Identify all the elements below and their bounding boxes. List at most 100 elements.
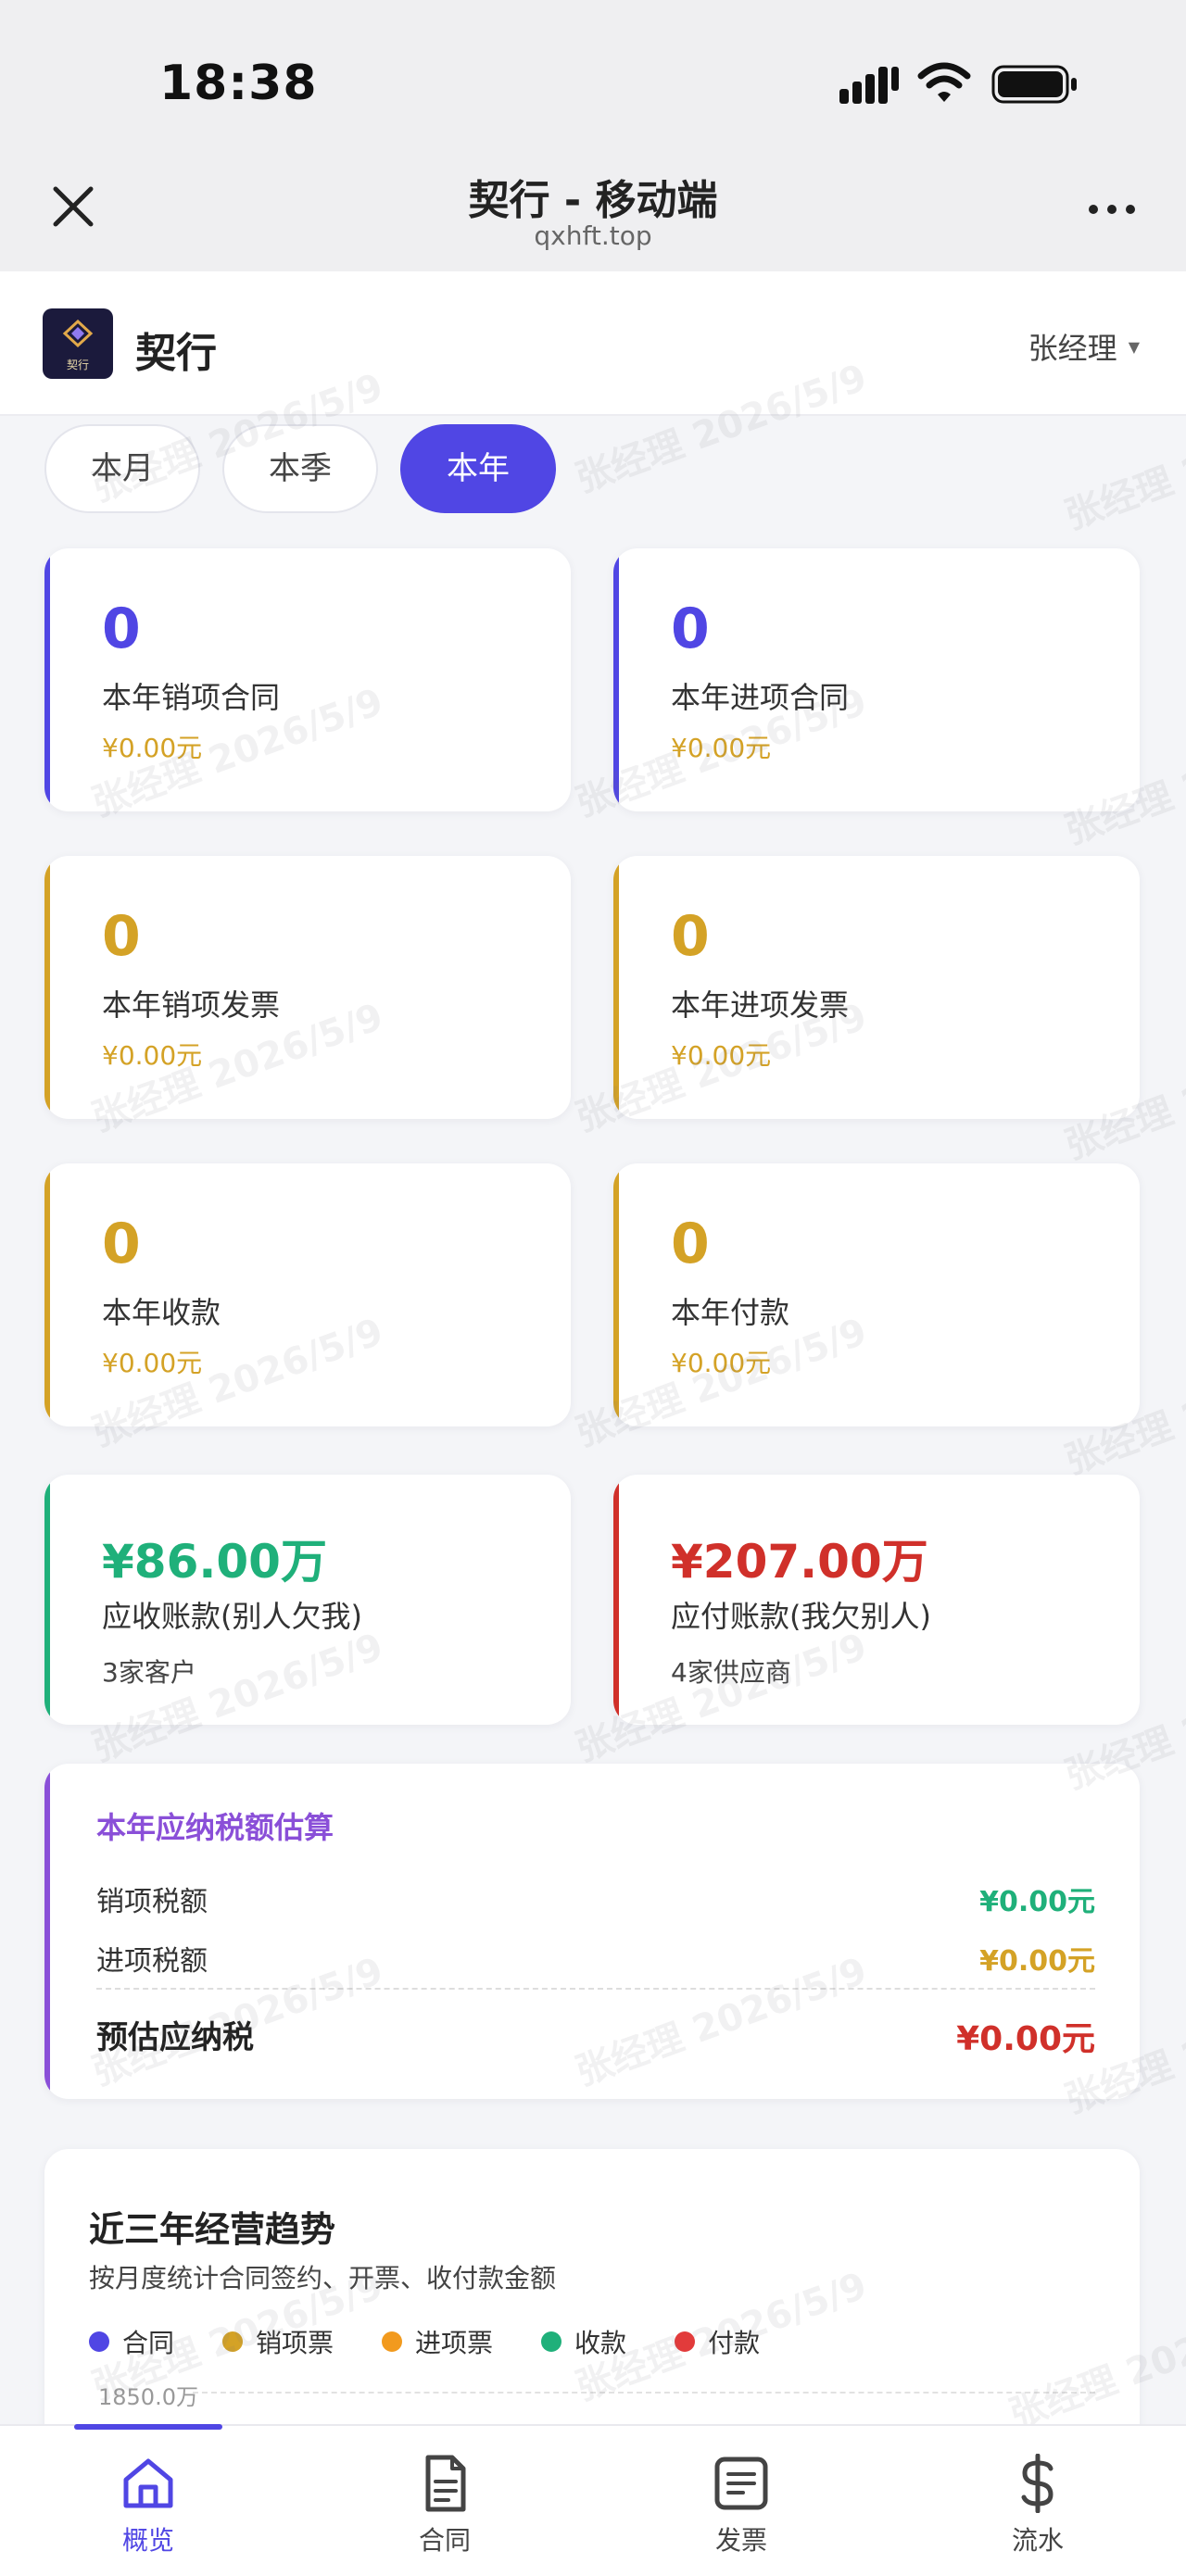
battery-icon	[991, 65, 1077, 104]
legend-dot	[222, 2331, 244, 2352]
sales-tax-value: ¥0.00元	[979, 1886, 1095, 1918]
receivable-card[interactable]: ¥86.00万 应收账款(别人欠我) 3家客户	[44, 1475, 571, 1725]
input-tax-row: 进项税额 ¥0.00元	[96, 1938, 1095, 1979]
wifi-icon	[917, 62, 971, 102]
webview-url: qxhft.top	[534, 220, 652, 251]
app-header: 契行 契行 张经理 ▼	[0, 271, 1186, 416]
user-name: 张经理	[1028, 331, 1117, 366]
invoice-icon	[714, 2457, 768, 2510]
payable-card[interactable]: ¥207.00万 应付账款(我欠别人) 4家供应商	[613, 1475, 1140, 1725]
card-accent-bar	[44, 1163, 50, 1426]
card-accent-bar	[613, 548, 619, 811]
stat-count: 0	[102, 1212, 141, 1276]
nav-label: 合同	[418, 2525, 471, 2556]
chart-gridline	[193, 2392, 1095, 2394]
payable-label: 应付账款(我欠别人)	[671, 1599, 931, 1634]
nav-label: 发票	[714, 2525, 767, 2556]
app-name: 契行	[135, 330, 217, 377]
nav-transactions[interactable]: 流水	[964, 2454, 1112, 2557]
legend-dot	[382, 2331, 403, 2352]
legend-item-purchase-invoice[interactable]: 进项票	[382, 2323, 493, 2360]
card-accent-bar	[44, 1764, 50, 2099]
legend-item-payment[interactable]: 付款	[675, 2323, 760, 2360]
card-accent-bar	[613, 856, 619, 1119]
stat-label: 本年销项合同	[102, 680, 281, 715]
chart-legend: 合同 销项票 进项票 收款 付款	[89, 2323, 760, 2360]
legend-dot	[541, 2331, 562, 2352]
tax-card-title: 本年应纳税额估算	[96, 1810, 334, 1845]
stat-label: 本年进项合同	[671, 680, 850, 715]
stat-count: 0	[102, 904, 141, 969]
app-logo: 契行	[43, 308, 113, 379]
receivable-customer-count: 3家客户	[102, 1657, 196, 1688]
active-tab-indicator	[74, 2424, 222, 2430]
payable-amount: ¥207.00万	[671, 1535, 928, 1589]
stat-count: 0	[102, 597, 141, 661]
nav-contracts[interactable]: 合同	[371, 2454, 519, 2557]
webview-title: 契行 - 移动端	[468, 177, 718, 224]
legend-label: 销项票	[256, 2328, 334, 2358]
stat-amount: ¥0.00元	[671, 1040, 772, 1071]
legend-label: 收款	[574, 2328, 627, 2358]
divider	[96, 1988, 1095, 1990]
tab-month[interactable]: 本月	[44, 424, 200, 513]
document-icon	[425, 2455, 466, 2512]
card-accent-bar	[613, 1163, 619, 1426]
tax-estimate-card: 本年应纳税额估算 销项税额 ¥0.00元 进项税额 ¥0.00元 预估应纳税 ¥…	[44, 1764, 1140, 2099]
caret-down-icon: ▼	[1128, 337, 1140, 356]
stat-card-payments[interactable]: 0 本年付款 ¥0.00元	[613, 1163, 1140, 1426]
nav-overview[interactable]: 概览	[74, 2454, 222, 2557]
home-icon	[123, 2458, 173, 2508]
stat-card-receipts[interactable]: 0 本年收款 ¥0.00元	[44, 1163, 571, 1426]
sales-tax-label: 销项税额	[96, 1886, 208, 1918]
card-accent-bar	[613, 1475, 619, 1725]
input-tax-value: ¥0.00元	[979, 1945, 1095, 1978]
stat-amount: ¥0.00元	[102, 733, 203, 763]
tab-quarter[interactable]: 本季	[222, 424, 378, 513]
stat-amount: ¥0.00元	[671, 1348, 772, 1378]
dollar-icon	[1021, 2454, 1054, 2513]
legend-item-contract[interactable]: 合同	[89, 2323, 174, 2360]
sales-tax-row: 销项税额 ¥0.00元	[96, 1879, 1095, 1919]
nav-invoices[interactable]: 发票	[667, 2454, 815, 2557]
legend-label: 进项票	[415, 2328, 494, 2358]
logo-text: 契行	[66, 358, 89, 371]
card-accent-bar	[44, 548, 50, 811]
legend-item-receipt[interactable]: 收款	[541, 2323, 626, 2360]
user-menu[interactable]: 张经理 ▼	[1028, 325, 1140, 368]
card-accent-bar	[44, 856, 50, 1119]
stat-label: 本年进项发票	[671, 987, 850, 1023]
input-tax-label: 进项税额	[96, 1945, 208, 1978]
cellular-signal-icon	[839, 67, 899, 104]
stat-card-purchase-contracts[interactable]: 0 本年进项合同 ¥0.00元	[613, 548, 1140, 811]
stat-label: 本年付款	[671, 1295, 790, 1330]
stat-count: 0	[671, 904, 710, 969]
legend-item-sales-invoice[interactable]: 销项票	[222, 2323, 334, 2360]
legend-label: 付款	[708, 2328, 761, 2358]
stat-label: 本年收款	[102, 1295, 221, 1330]
stat-card-sales-invoices[interactable]: 0 本年销项发票 ¥0.00元	[44, 856, 571, 1119]
stat-count: 0	[671, 1212, 710, 1276]
stat-amount: ¥0.00元	[671, 733, 772, 763]
legend-dot	[89, 2331, 109, 2352]
estimated-tax-value: ¥0.00元	[956, 2020, 1095, 2058]
bottom-nav: 概览 合同 发票 流水	[0, 2424, 1186, 2576]
receivable-amount: ¥86.00万	[102, 1535, 327, 1589]
more-options-icon[interactable]	[1086, 202, 1138, 217]
receivable-label: 应收账款(别人欠我)	[102, 1599, 362, 1634]
stat-count: 0	[671, 597, 710, 661]
payable-supplier-count: 4家供应商	[671, 1657, 791, 1688]
stat-label: 本年销项发票	[102, 987, 281, 1023]
stat-card-sales-contracts[interactable]: 0 本年销项合同 ¥0.00元	[44, 548, 571, 811]
stat-amount: ¥0.00元	[102, 1348, 203, 1378]
trend-title: 近三年经营趋势	[89, 2209, 336, 2250]
stat-card-purchase-invoices[interactable]: 0 本年进项发票 ¥0.00元	[613, 856, 1140, 1119]
y-axis-top-label: 1850.0万	[98, 2384, 198, 2410]
stat-amount: ¥0.00元	[102, 1040, 203, 1071]
legend-dot	[675, 2331, 696, 2352]
status-time: 18:38	[159, 56, 318, 111]
nav-label: 流水	[1011, 2525, 1064, 2556]
tab-year[interactable]: 本年	[400, 424, 556, 513]
estimated-tax-label: 预估应纳税	[96, 2019, 254, 2056]
estimated-tax-row: 预估应纳税 ¥0.00元	[96, 2012, 1095, 2060]
